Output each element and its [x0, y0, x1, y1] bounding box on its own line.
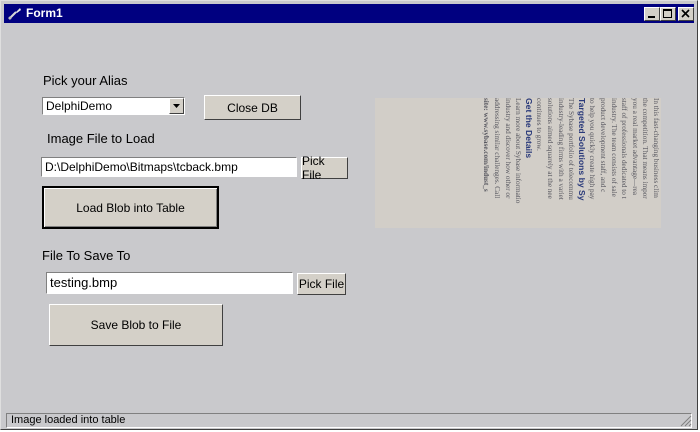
image-text-line: solutions aimed squarely at the nee	[546, 98, 555, 199]
maximize-icon	[663, 9, 672, 18]
status-bar: Image loaded into table	[4, 412, 696, 429]
image-text-line: Targeted Solutions by Sy	[576, 98, 587, 201]
blob-image-display: In this fast-changing business clim the c…	[375, 98, 661, 228]
alias-combobox[interactable]: DelphiDemo	[42, 97, 185, 115]
delphi-app-icon[interactable]	[7, 6, 23, 21]
image-path-input[interactable]: D:\DelphiDemo\Bitmaps\tcback.bmp	[41, 157, 297, 177]
chevron-down-icon	[173, 104, 180, 108]
image-text-line: industry. The team consists of sale	[609, 98, 618, 197]
title-bar[interactable]: Form1	[4, 4, 694, 23]
load-blob-button[interactable]: Load Blob into Table	[42, 186, 219, 229]
image-text-line: In this fast-changing business clim	[652, 98, 660, 198]
pick-file-save-button[interactable]: Pick File	[297, 273, 346, 295]
image-text-line: staff of professionals dedicated to t	[620, 98, 629, 199]
image-text-line: addressing similar challenges. Call	[493, 98, 502, 199]
close-db-button[interactable]: Close DB	[204, 95, 301, 120]
image-text-line: product development staff, and c	[599, 98, 608, 193]
pick-file-load-button[interactable]: Pick File	[301, 154, 348, 182]
status-text: Image loaded into table	[6, 413, 692, 428]
save-blob-button[interactable]: Save Blob to File	[49, 304, 223, 346]
image-text-line: industry-leading firms with a variet	[556, 98, 565, 200]
window-title: Form1	[26, 6, 63, 20]
close-icon	[681, 9, 690, 18]
file-to-save-label: File To Save To	[42, 248, 131, 263]
combobox-dropdown-button[interactable]	[169, 98, 184, 114]
save-path-input[interactable]: testing.bmp	[46, 272, 293, 294]
image-text-line: you a real market advantage—rea	[630, 98, 639, 195]
pick-alias-label: Pick your Alias	[43, 73, 128, 88]
close-button[interactable]	[678, 7, 694, 21]
alias-combobox-value: DelphiDemo	[46, 99, 113, 113]
maximize-button[interactable]	[660, 7, 676, 21]
scanned-text-image: In this fast-changing business clim the c…	[375, 98, 661, 228]
image-text-line: continues to grow.	[535, 98, 544, 151]
image-text-line: the competition. That means impor	[641, 98, 650, 199]
image-text-line: to help you quickly create high pay	[588, 98, 597, 200]
image-text-line: The Sybase portfolio of telecommu	[567, 98, 576, 200]
image-text-line: Learn more about Sybase informatio	[514, 98, 523, 204]
image-text-line: Get the Details	[523, 98, 534, 159]
main-window: Form1 Pick your Alias DelphiDemo Close D…	[0, 0, 698, 430]
image-text-line: site: www.sybase.com/indust_s	[482, 98, 491, 192]
resize-grip-icon[interactable]	[680, 415, 692, 427]
image-file-label: Image File to Load	[47, 131, 155, 146]
minimize-button[interactable]	[644, 7, 660, 21]
image-text-line: industry and discover how other or	[503, 98, 512, 199]
minimize-icon	[648, 16, 655, 18]
